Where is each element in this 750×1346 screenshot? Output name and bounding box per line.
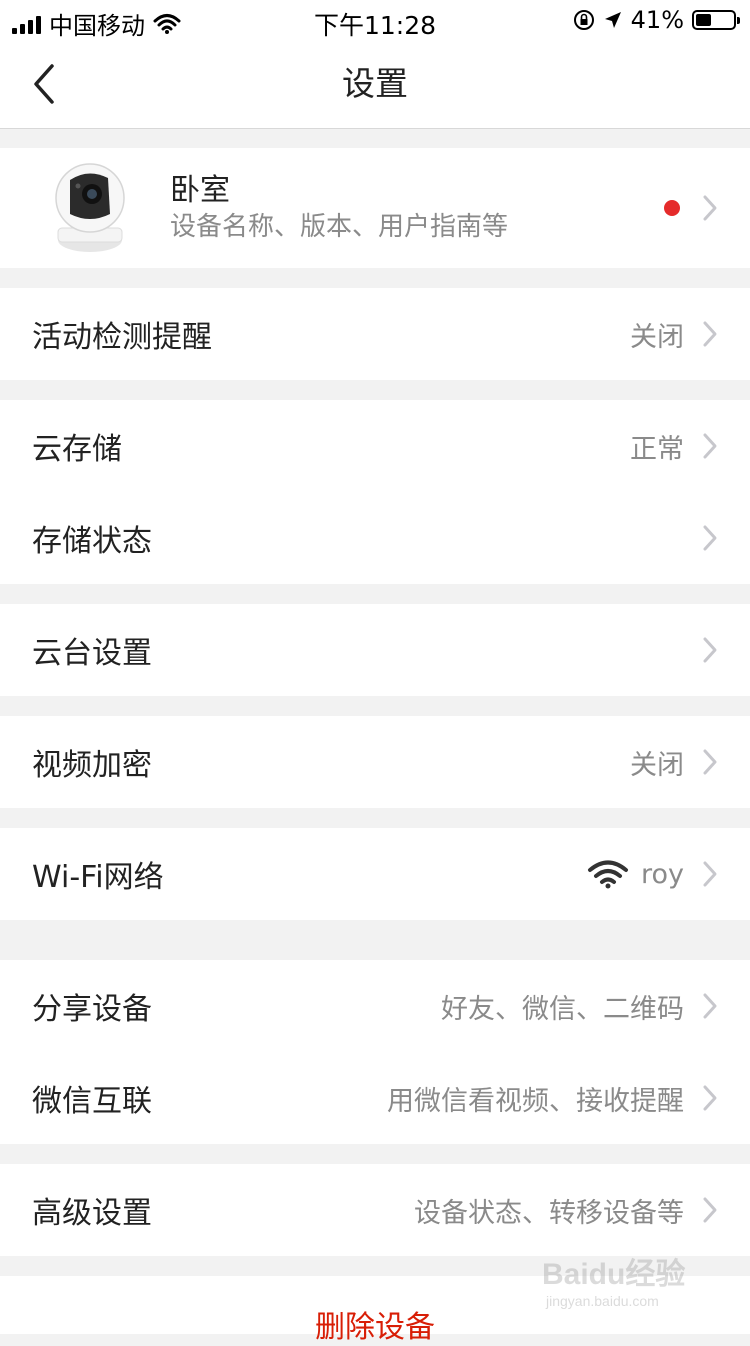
battery-icon [692,10,740,30]
video-encryption-row[interactable]: 视频加密 关闭 [0,716,750,808]
chevron-right-icon [703,1085,717,1111]
share-device-row[interactable]: 分享设备 好友、微信、二维码 [0,960,750,1052]
battery-percent: 41% [630,6,684,34]
wifi-network-value: roy [640,858,684,890]
wifi-network-row[interactable]: Wi-Fi网络 roy [0,828,750,920]
share-device-value: 好友、微信、二维码 [441,993,684,1025]
group-motion: 活动检测提醒 关闭 [0,288,750,380]
motion-detection-value: 关闭 [630,321,684,353]
camera-icon [55,163,125,252]
video-encryption-label: 视频加密 [32,748,152,783]
video-encryption-value: 关闭 [630,749,684,781]
rotation-lock-icon [573,10,594,30]
group-encryption: 视频加密 关闭 [0,716,750,808]
advanced-settings-row[interactable]: 高级设置 设备状态、转移设备等 [0,1164,750,1256]
navigation-bar: 设置 [0,40,750,129]
chevron-right-icon [703,993,717,1019]
advanced-settings-label: 高级设置 [32,1196,152,1231]
advanced-settings-value: 设备状态、转移设备等 [414,1197,684,1229]
device-info-row[interactable]: 卧室 设备名称、版本、用户指南等 [0,148,750,268]
device-subtitle: 设备名称、版本、用户指南等 [170,212,509,242]
wifi-icon [587,860,628,889]
group-storage: 云存储 正常 存储状态 [0,400,750,584]
device-card: 卧室 设备名称、版本、用户指南等 [0,148,750,268]
chevron-right-icon [703,749,717,775]
cloud-storage-row[interactable]: 云存储 正常 [0,400,750,492]
chevron-right-icon [703,525,717,551]
storage-status-label: 存储状态 [32,524,152,559]
chevron-right-icon [703,195,717,221]
share-device-label: 分享设备 [32,992,152,1027]
chevron-right-icon [703,433,717,459]
watermark-logo: Baidu经验 jingyan.baidu.com [542,1257,685,1309]
wechat-link-label: 微信互联 [32,1084,152,1119]
watermark-brand: Baidu经验 [542,1257,685,1291]
motion-detection-label: 活动检测提醒 [32,320,212,355]
group-share: 分享设备 好友、微信、二维码 微信互联 用微信看视频、接收提醒 [0,960,750,1144]
chevron-right-icon [703,1197,717,1223]
delete-device-label: 删除设备 [315,1310,435,1345]
location-arrow-icon [604,12,621,28]
watermark-url: jingyan.baidu.com [545,1293,659,1309]
battery-level [696,14,711,26]
chevron-right-icon [703,861,717,887]
update-badge [664,200,680,216]
chevron-right-icon [703,637,717,663]
ptz-settings-label: 云台设置 [32,636,152,671]
wifi-network-value-group: roy [587,859,684,890]
wechat-link-row[interactable]: 微信互联 用微信看视频、接收提醒 [0,1052,750,1144]
wechat-link-value: 用微信看视频、接收提醒 [387,1085,684,1117]
cloud-storage-value: 正常 [630,433,684,465]
chevron-right-icon [703,321,717,347]
wifi-network-label: Wi-Fi网络 [32,860,164,895]
group-ptz: 云台设置 [0,604,750,696]
ptz-settings-row[interactable]: 云台设置 [0,604,750,696]
motion-detection-row[interactable]: 活动检测提醒 关闭 [0,288,750,380]
device-name: 卧室 [170,173,230,208]
status-bar: 中国移动 下午11:28 41% [0,0,750,40]
storage-status-row[interactable]: 存储状态 [0,492,750,584]
group-advanced: 高级设置 设备状态、转移设备等 [0,1164,750,1256]
cloud-storage-label: 云存储 [32,432,122,467]
page-title: 设置 [342,64,408,103]
group-wifi: Wi-Fi网络 roy [0,828,750,920]
